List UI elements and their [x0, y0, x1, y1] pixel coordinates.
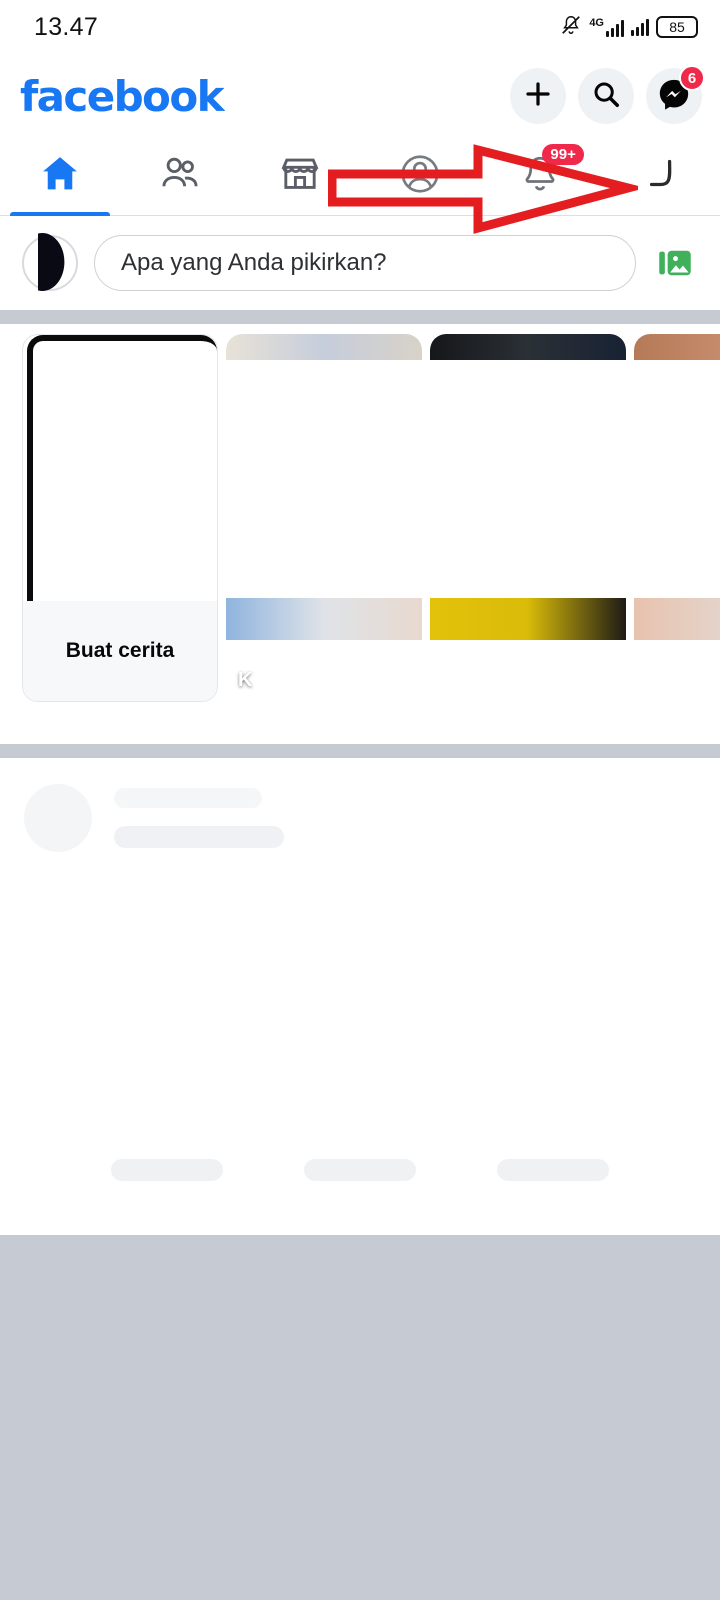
- story-card[interactable]: K: [226, 334, 422, 702]
- skeleton-avatar: [24, 784, 92, 852]
- stories-row[interactable]: Buat cerita K: [0, 324, 720, 744]
- create-button[interactable]: [510, 68, 566, 124]
- story-thumbnail-bottom: [430, 598, 626, 640]
- signal-bars-icon: [631, 18, 649, 36]
- bottom-empty-area: [0, 1235, 720, 1600]
- plus-icon: [523, 79, 553, 114]
- facebook-logo: facebook: [20, 71, 225, 121]
- search-button[interactable]: [578, 68, 634, 124]
- marketplace-icon: [277, 151, 323, 202]
- signal-4g-icon: 4G: [589, 16, 624, 37]
- skeleton-line: [114, 788, 262, 808]
- skeleton-action-button: [110, 1159, 223, 1181]
- story-thumbnail-top: [226, 334, 422, 360]
- status-time: 13.47: [34, 12, 99, 41]
- search-icon: [591, 79, 621, 114]
- hamburger-menu-icon: [637, 151, 683, 202]
- skeleton-line: [114, 826, 284, 848]
- battery-icon: 85: [656, 16, 698, 38]
- story-overlay-blank: [262, 642, 422, 702]
- status-icons: 4G 85: [560, 13, 698, 42]
- feed-loading-skeleton: [0, 758, 720, 1233]
- app-header: facebook 6: [0, 54, 720, 138]
- tab-marketplace[interactable]: [240, 138, 360, 215]
- bell-muted-icon: [560, 13, 582, 42]
- header-actions: 6: [510, 65, 705, 124]
- story-author-name: K: [238, 669, 253, 691]
- section-divider: [0, 310, 720, 324]
- profile-circle-icon: [397, 151, 443, 202]
- section-divider: [0, 744, 720, 758]
- tab-menu[interactable]: [600, 138, 720, 215]
- tab-friends[interactable]: [120, 138, 240, 215]
- story-thumbnail-top: [634, 334, 720, 360]
- skeleton-action-row: [0, 1159, 720, 1181]
- active-tab-indicator: [9, 212, 111, 216]
- story-create-label: Buat cerita: [23, 601, 217, 701]
- home-icon: [37, 151, 83, 202]
- story-create-card[interactable]: Buat cerita: [22, 334, 218, 702]
- story-thumbnail-bottom: [226, 598, 422, 640]
- composer-placeholder: Apa yang Anda pikirkan?: [121, 249, 387, 276]
- friends-icon: [157, 151, 203, 202]
- tab-notifications[interactable]: 99+: [480, 138, 600, 215]
- status-bar: 13.47 4G 85: [0, 0, 720, 54]
- messenger-badge: 6: [679, 65, 705, 91]
- avatar[interactable]: [22, 233, 78, 291]
- main-tabbar: 99+: [0, 138, 720, 216]
- story-card[interactable]: [634, 334, 720, 702]
- story-thumbnail-top: [430, 334, 626, 360]
- skeleton-action-button: [303, 1159, 416, 1181]
- skeleton-text-lines: [114, 788, 284, 848]
- messenger-button[interactable]: 6: [646, 65, 705, 124]
- story-create-preview: [27, 335, 217, 603]
- skeleton-post-header: [24, 784, 696, 852]
- composer-input[interactable]: Apa yang Anda pikirkan?: [94, 235, 636, 291]
- story-card[interactable]: [430, 334, 626, 702]
- story-thumbnail-bottom: [634, 598, 720, 640]
- notifications-badge: 99+: [542, 144, 584, 165]
- tab-profile[interactable]: [360, 138, 480, 215]
- skeleton-action-button: [497, 1159, 610, 1181]
- post-composer: Apa yang Anda pikirkan?: [0, 216, 720, 310]
- battery-level: 85: [669, 19, 685, 35]
- tab-home[interactable]: [0, 138, 120, 216]
- photo-gallery-icon[interactable]: [652, 240, 698, 286]
- network-label: 4G: [589, 16, 604, 29]
